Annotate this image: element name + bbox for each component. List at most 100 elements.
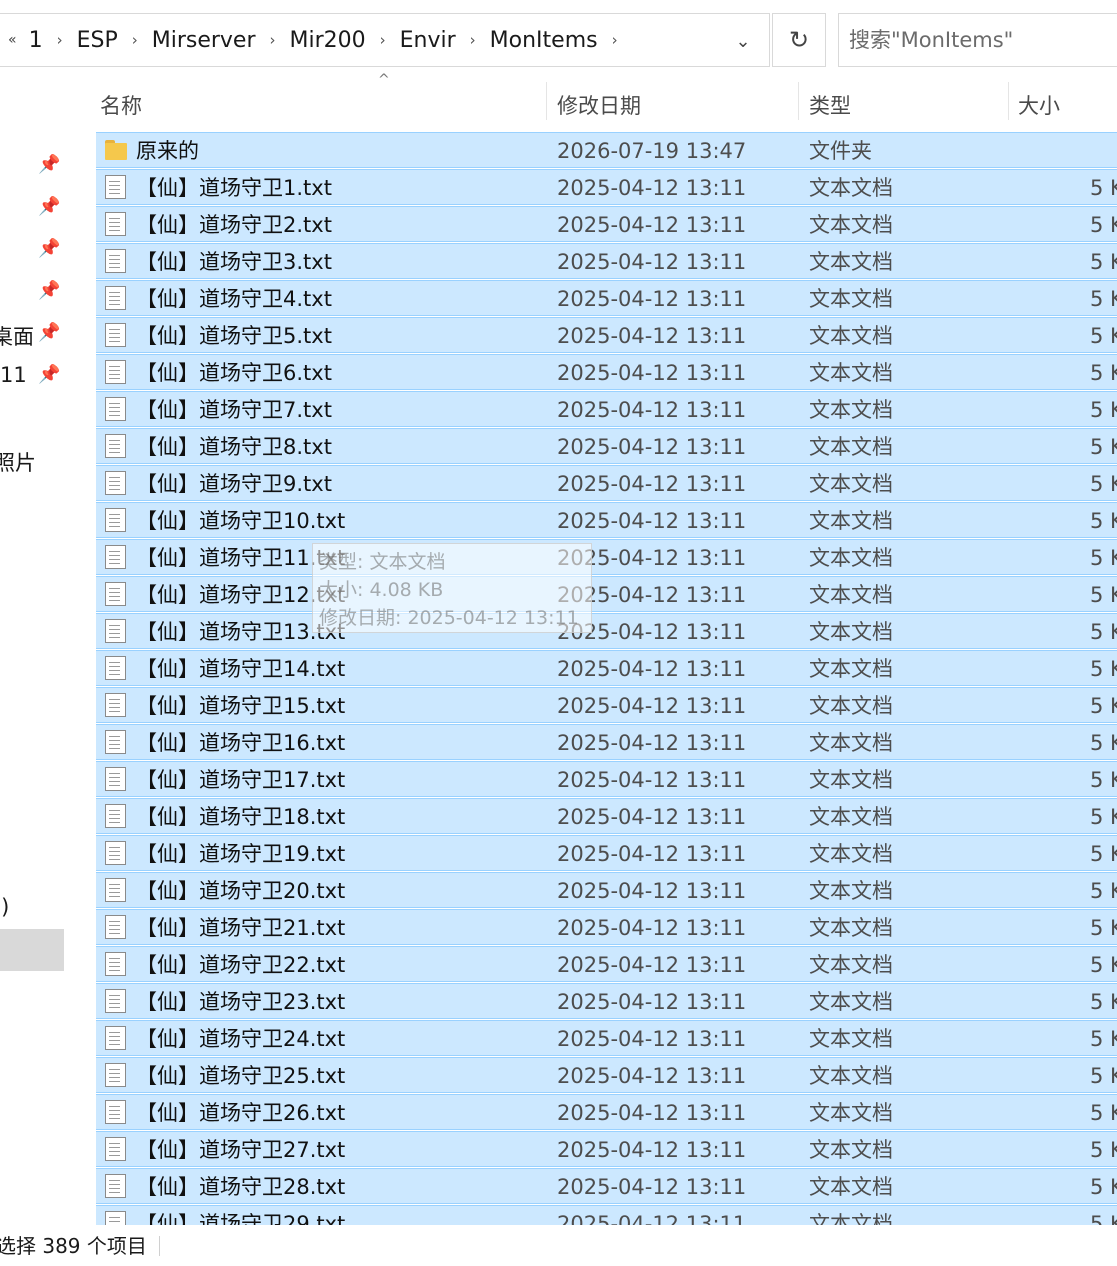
- file-row[interactable]: 【仙】道场守卫11.txt 2025-04-12 13:11 文本文档 5 K: [96, 539, 1117, 575]
- file-row[interactable]: 【仙】道场守卫13.txt 2025-04-12 13:11 文本文档 5 K: [96, 613, 1117, 649]
- file-date: 2025-04-12 13:11: [557, 287, 747, 311]
- file-size: 5 K: [1090, 287, 1117, 311]
- column-header-name[interactable]: 名称: [100, 80, 142, 130]
- file-name: 【仙】道场守卫16.txt: [136, 731, 346, 755]
- file-row[interactable]: 【仙】道场守卫25.txt 2025-04-12 13:11 文本文档 5 K: [96, 1057, 1117, 1093]
- file-row[interactable]: 【仙】道场守卫14.txt 2025-04-12 13:11 文本文档 5 K: [96, 650, 1117, 686]
- file-row[interactable]: 【仙】道场守卫22.txt 2025-04-12 13:11 文本文档 5 K: [96, 946, 1117, 982]
- refresh-button[interactable]: ↻: [772, 13, 826, 67]
- file-row[interactable]: 【仙】道场守卫4.txt 2025-04-12 13:11 文本文档 5 K: [96, 280, 1117, 316]
- text-file-icon: [105, 212, 126, 236]
- file-size: 5 K: [1090, 435, 1117, 459]
- file-row[interactable]: 【仙】道场守卫5.txt 2025-04-12 13:11 文本文档 5 K: [96, 317, 1117, 353]
- chevron-right-icon[interactable]: ›: [612, 31, 618, 49]
- file-row[interactable]: 【仙】道场守卫15.txt 2025-04-12 13:11 文本文档 5 K: [96, 687, 1117, 723]
- file-row[interactable]: 【仙】道场守卫20.txt 2025-04-12 13:11 文本文档 5 K: [96, 872, 1117, 908]
- column-divider[interactable]: [1008, 82, 1009, 120]
- chevron-right-icon[interactable]: ›: [132, 31, 138, 49]
- file-size: 5 K: [1090, 694, 1117, 718]
- chevron-right-icon[interactable]: ›: [57, 31, 63, 49]
- file-row[interactable]: 【仙】道场守卫3.txt 2025-04-12 13:11 文本文档 5 K: [96, 243, 1117, 279]
- file-type: 文本文档: [809, 1212, 893, 1225]
- sort-ascending-icon: ^: [378, 72, 390, 88]
- column-header-date[interactable]: 修改日期: [557, 80, 641, 130]
- search-box[interactable]: [838, 13, 1117, 67]
- pin-icon[interactable]: 📌: [38, 154, 60, 175]
- pin-icon[interactable]: 📌: [38, 196, 60, 217]
- file-row[interactable]: 【仙】道场守卫19.txt 2025-04-12 13:11 文本文档 5 K: [96, 835, 1117, 871]
- column-divider[interactable]: [798, 82, 799, 120]
- file-date: 2025-04-12 13:11: [557, 1175, 747, 1199]
- nav-item-selected[interactable]: [0, 929, 64, 971]
- chevron-down-icon[interactable]: ⌄: [730, 28, 756, 54]
- file-row[interactable]: 【仙】道场守卫18.txt 2025-04-12 13:11 文本文档 5 K: [96, 798, 1117, 834]
- file-row[interactable]: 【仙】道场守卫17.txt 2025-04-12 13:11 文本文档 5 K: [96, 761, 1117, 797]
- file-name: 【仙】道场守卫3.txt: [136, 250, 332, 274]
- file-row[interactable]: 【仙】道场守卫6.txt 2025-04-12 13:11 文本文档 5 K: [96, 354, 1117, 390]
- breadcrumb-item-mir200[interactable]: Mir200: [290, 28, 366, 53]
- text-file-icon: [105, 1026, 126, 1050]
- file-size: 5 K: [1090, 1138, 1117, 1162]
- file-size: 5 K: [1090, 879, 1117, 903]
- file-type: 文本文档: [809, 657, 893, 681]
- text-file-icon: [105, 360, 126, 384]
- overflow-chevron-icon[interactable]: «: [8, 32, 17, 48]
- tooltip-date: 修改日期: 2025-04-12 13:11: [319, 607, 579, 629]
- file-name: 【仙】道场守卫20.txt: [136, 879, 346, 903]
- file-row[interactable]: 【仙】道场守卫23.txt 2025-04-12 13:11 文本文档 5 K: [96, 983, 1117, 1019]
- file-row[interactable]: 【仙】道场守卫10.txt 2025-04-12 13:11 文本文档 5 K: [96, 502, 1117, 538]
- breadcrumb-item-esp[interactable]: ESP: [77, 28, 118, 53]
- file-type: 文本文档: [809, 990, 893, 1014]
- file-row[interactable]: 【仙】道场守卫8.txt 2025-04-12 13:11 文本文档 5 K: [96, 428, 1117, 464]
- pin-icon[interactable]: 📌: [38, 238, 60, 259]
- breadcrumb-item-mirserver[interactable]: Mirserver: [152, 28, 256, 53]
- file-row[interactable]: 【仙】道场守卫16.txt 2025-04-12 13:11 文本文档 5 K: [96, 724, 1117, 760]
- file-row[interactable]: 【仙】道场守卫24.txt 2025-04-12 13:11 文本文档 5 K: [96, 1020, 1117, 1056]
- file-row[interactable]: 【仙】道场守卫21.txt 2025-04-12 13:11 文本文档 5 K: [96, 909, 1117, 945]
- file-date: 2025-04-12 13:11: [557, 953, 747, 977]
- column-header-type[interactable]: 类型: [809, 80, 851, 130]
- chevron-right-icon[interactable]: ›: [380, 31, 386, 49]
- file-size: 5 K: [1090, 620, 1117, 644]
- address-bar[interactable]: « 1 › ESP › Mirserver › Mir200 › Envir ›…: [0, 13, 770, 67]
- nav-item-11[interactable]: 11: [0, 363, 27, 387]
- folder-row[interactable]: 原来的 2026-07-19 13:47 文件夹: [96, 132, 1117, 168]
- chevron-right-icon[interactable]: ›: [270, 31, 276, 49]
- breadcrumb-item-envir[interactable]: Envir: [400, 28, 456, 53]
- pin-icon[interactable]: 📌: [38, 280, 60, 301]
- file-name: 【仙】道场守卫4.txt: [136, 287, 332, 311]
- column-divider[interactable]: [546, 82, 547, 120]
- file-row[interactable]: 【仙】道场守卫9.txt 2025-04-12 13:11 文本文档 5 K: [96, 465, 1117, 501]
- tooltip-type: 类型: 文本文档: [319, 551, 446, 573]
- nav-item-desktop[interactable]: 桌面: [0, 321, 34, 351]
- file-row[interactable]: 【仙】道场守卫2.txt 2025-04-12 13:11 文本文档 5 K: [96, 206, 1117, 242]
- file-row[interactable]: 【仙】道场守卫12.txt 2025-04-12 13:11 文本文档 5 K: [96, 576, 1117, 612]
- text-file-icon: [105, 619, 126, 643]
- file-size: 5 K: [1090, 213, 1117, 237]
- folder-icon: [105, 140, 127, 160]
- file-date: 2025-04-12 13:11: [557, 1101, 747, 1125]
- nav-item-photos[interactable]: 照片: [0, 447, 36, 477]
- nav-item-drive[interactable]: :): [0, 895, 9, 919]
- breadcrumb-item-1[interactable]: 1: [29, 28, 43, 53]
- chevron-right-icon[interactable]: ›: [470, 31, 476, 49]
- file-type: 文本文档: [809, 694, 893, 718]
- file-size: 5 K: [1090, 583, 1117, 607]
- file-row[interactable]: 【仙】道场守卫28.txt 2025-04-12 13:11 文本文档 5 K: [96, 1168, 1117, 1204]
- breadcrumb-item-monitems[interactable]: MonItems: [490, 28, 598, 53]
- file-row[interactable]: 【仙】道场守卫27.txt 2025-04-12 13:11 文本文档 5 K: [96, 1131, 1117, 1167]
- file-row[interactable]: 【仙】道场守卫1.txt 2025-04-12 13:11 文本文档 5 K: [96, 169, 1117, 205]
- column-header-size[interactable]: 大小: [1018, 80, 1060, 130]
- text-file-icon: [105, 693, 126, 717]
- file-type: 文本文档: [809, 768, 893, 792]
- file-row[interactable]: 【仙】道场守卫29.txt 2025-04-12 13:11 文本文档 5 K: [96, 1205, 1117, 1225]
- search-input[interactable]: [839, 14, 1117, 66]
- file-size: 5 K: [1090, 990, 1117, 1014]
- pin-icon[interactable]: 📌: [38, 364, 60, 385]
- file-row[interactable]: 【仙】道场守卫7.txt 2025-04-12 13:11 文本文档 5 K: [96, 391, 1117, 427]
- pin-icon[interactable]: 📌: [38, 322, 60, 343]
- file-date: 2025-04-12 13:11: [557, 361, 747, 385]
- file-date: 2025-04-12 13:11: [557, 324, 747, 348]
- file-name: 【仙】道场守卫17.txt: [136, 768, 346, 792]
- file-row[interactable]: 【仙】道场守卫26.txt 2025-04-12 13:11 文本文档 5 K: [96, 1094, 1117, 1130]
